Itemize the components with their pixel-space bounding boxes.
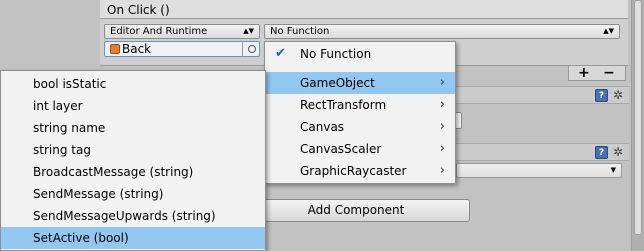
submenu-item[interactable]: SendMessage (string): [1, 183, 265, 205]
target-object-label: Back: [122, 42, 152, 56]
submenu-item[interactable]: string tag: [1, 139, 265, 161]
function-dropdown[interactable]: No Function ▲▼: [264, 24, 620, 39]
submenu-item[interactable]: string name: [1, 117, 265, 139]
dropdown-arrow-icon: ▲▼: [603, 27, 614, 35]
menu-item-canvas[interactable]: Canvas ›: [265, 116, 455, 138]
submenu-item[interactable]: bool isStatic: [1, 73, 265, 95]
scrollbar-thumb[interactable]: [634, 0, 642, 235]
component-dropdown[interactable]: ▼: [456, 163, 622, 178]
gameobject-cube-icon: [110, 44, 120, 54]
submenu-item-label: SendMessage (string): [33, 187, 164, 201]
menu-item-gameobject[interactable]: GameObject ›: [265, 72, 455, 94]
submenu-item-label: bool isStatic: [33, 77, 107, 91]
menu-item-label: GameObject: [300, 76, 375, 90]
submenu-item[interactable]: SendMessageUpwards (string): [1, 205, 265, 227]
submenu-item-label: int layer: [33, 99, 83, 113]
checkmark-icon: ✔: [275, 46, 286, 61]
chevron-right-icon: ›: [439, 97, 445, 112]
menu-item-recttransform[interactable]: RectTransform ›: [265, 94, 455, 116]
menu-item-graphicraycaster[interactable]: GraphicRaycaster ›: [265, 160, 455, 182]
menu-item-label: Canvas: [300, 120, 345, 134]
chevron-right-icon: ›: [439, 163, 445, 178]
chevron-right-icon: ›: [439, 119, 445, 134]
submenu-item[interactable]: int layer: [1, 95, 265, 117]
submenu-item-label: SendMessageUpwards (string): [33, 209, 216, 223]
chevron-right-icon: ›: [439, 141, 445, 156]
help-book-icon[interactable]: ?: [595, 146, 608, 159]
dropdown-arrow-icon: ▲▼: [243, 27, 254, 35]
inspector-scrollbar[interactable]: [631, 0, 644, 251]
menu-item-no-function[interactable]: ✔ No Function: [265, 43, 455, 65]
menu-item-label: CanvasScaler: [300, 142, 382, 156]
submenu-item-label: string tag: [33, 143, 91, 157]
object-picker-icon[interactable]: [242, 41, 260, 57]
menu-item-label: GraphicRaycaster: [300, 164, 407, 178]
gameobject-submenu: bool isStatic int layer string name stri…: [0, 70, 266, 251]
submenu-item[interactable]: BroadcastMessage (string): [1, 161, 265, 183]
gear-icon[interactable]: ✲: [613, 88, 623, 102]
submenu-item-label: SetActive (bool): [33, 231, 129, 245]
call-state-label: Editor And Runtime: [110, 26, 208, 37]
list-controls: [568, 66, 626, 81]
call-state-dropdown[interactable]: Editor And Runtime ▲▼: [104, 24, 260, 39]
gear-icon[interactable]: ✲: [613, 145, 623, 159]
add-event-button[interactable]: +: [578, 65, 590, 81]
submenu-item-label: string name: [33, 121, 106, 135]
menu-item-label: RectTransform: [300, 98, 387, 112]
submenu-item-label: BroadcastMessage (string): [33, 165, 194, 179]
add-component-button[interactable]: Add Component: [242, 199, 470, 222]
function-menu: ✔ No Function GameObject › RectTransform…: [264, 41, 456, 184]
chevron-right-icon: ›: [439, 75, 445, 90]
submenu-item-setactive[interactable]: SetActive (bool): [1, 227, 265, 249]
menu-item-canvasscaler[interactable]: CanvasScaler ›: [265, 138, 455, 160]
dropdown-arrow-icon: ▼: [610, 166, 616, 174]
menu-item-label: No Function: [300, 47, 372, 61]
on-click-header: On Click (): [100, 0, 628, 19]
help-book-icon[interactable]: ?: [595, 89, 608, 102]
function-dropdown-label: No Function: [270, 26, 330, 37]
remove-event-button[interactable]: −: [603, 65, 615, 81]
